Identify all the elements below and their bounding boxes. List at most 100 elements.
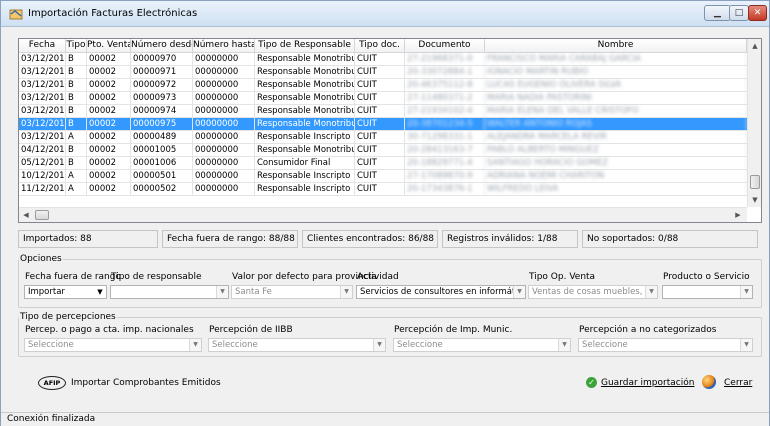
- table-row[interactable]: 10/12/2018 A 00002 00000501 00000000 Responsa…: [19, 170, 747, 183]
- cell-col-pto-venta: 00002: [87, 170, 131, 182]
- uncategorized-perception-select[interactable]: Seleccione ▼: [578, 338, 753, 352]
- table-row[interactable]: 11/12/2018 A 00002 00000502 00000000 Responsa…: [19, 183, 747, 196]
- cell-col-nombre: ALEJANDRA MARCELA REVIR: [485, 131, 747, 143]
- product-service-select[interactable]: ▼: [662, 285, 753, 299]
- cell-col-nombre: WILFREDO LEIVA: [485, 183, 747, 195]
- maximize-button[interactable]: □: [729, 5, 749, 21]
- close-window-button[interactable]: ✕: [748, 5, 767, 21]
- cell-col-numero-hasta: 00000000: [193, 66, 255, 78]
- chevron-down-icon[interactable]: ▼: [94, 286, 106, 298]
- afip-logo-icon[interactable]: AFIP: [38, 376, 66, 390]
- horizontal-scroll-thumb[interactable]: [35, 210, 49, 220]
- table-row[interactable]: 03/12/2018 B 00002 00000974 00000000 Responsa…: [19, 105, 747, 118]
- header-col-tipo-responsable[interactable]: Tipo de Responsable: [255, 39, 355, 52]
- cell-col-pto-venta: 00002: [87, 118, 131, 130]
- options-legend: Opciones: [20, 254, 62, 264]
- table-row[interactable]: 05/12/2018 B 00002 00001006 00000000 Consumid…: [19, 157, 747, 170]
- header-col-tipo[interactable]: Tipo: [66, 39, 87, 52]
- invoices-grid[interactable]: Fecha Tipo Pto. Venta Número desde Número ha…: [18, 38, 762, 223]
- globe-exit-icon[interactable]: [702, 375, 716, 389]
- uncategorized-perception-value: Seleccione: [582, 340, 628, 350]
- cell-col-fecha: 10/12/2018: [21, 170, 66, 182]
- out-of-range-select[interactable]: Importar ▼: [24, 285, 107, 299]
- cell-col-tipo-responsable: Responsable Monotributo: [257, 144, 355, 156]
- table-row[interactable]: 04/12/2018 B 00002 00001005 00000000 Responsa…: [19, 144, 747, 157]
- cell-col-tipo-responsable: Responsable Monotributo: [257, 118, 355, 130]
- grid-body: 03/12/2018 B 00002 00000970 00000000 Responsa…: [19, 53, 747, 196]
- cell-col-tipo-responsable: Responsable Inscripto: [255, 170, 355, 182]
- national-perception-label: Percep. o pago a cta. imp. nacionales: [25, 325, 194, 335]
- vertical-scroll-thumb[interactable]: [750, 175, 760, 189]
- table-row[interactable]: 03/12/2018 A 00002 00000489 00000000 Responsa…: [19, 131, 747, 144]
- cell-col-tipo-responsable: Responsable Monotributo: [257, 79, 355, 91]
- municipal-perception-select[interactable]: Seleccione ▼: [393, 338, 571, 352]
- cell-col-numero-hasta: 00000000: [193, 131, 255, 143]
- chevron-down-icon[interactable]: ▼: [558, 339, 570, 351]
- header-col-tipo-doc[interactable]: Tipo doc.: [355, 39, 405, 52]
- province-select[interactable]: Santa Fe ▼: [231, 285, 353, 299]
- scroll-down-icon[interactable]: ▼: [748, 193, 761, 207]
- scroll-left-icon[interactable]: ◀: [19, 208, 33, 222]
- cell-col-pto-venta: 00002: [87, 66, 131, 78]
- municipal-perception-label: Percepción de Imp. Munic.: [394, 325, 513, 335]
- chevron-down-icon[interactable]: ▼: [373, 339, 385, 351]
- cell-col-numero-desde: 00000973: [131, 92, 193, 104]
- header-col-documento[interactable]: Documento: [405, 39, 485, 52]
- minimize-icon: ▁: [714, 8, 721, 18]
- activity-select[interactable]: Servicios de consultores en informática …: [356, 285, 526, 299]
- table-row[interactable]: 03/12/2018 B 00002 00000973 00000000 Responsa…: [19, 92, 747, 105]
- chevron-down-icon[interactable]: ▼: [513, 286, 525, 298]
- cell-col-tipo: A: [66, 131, 87, 143]
- activity-label: Actividad: [357, 272, 399, 282]
- cell-col-pto-venta: 00002: [87, 157, 131, 169]
- cell-col-fecha: 11/12/2018: [21, 183, 66, 195]
- cell-col-documento: 20-28413163-7: [405, 144, 485, 156]
- chevron-down-icon[interactable]: ▼: [189, 339, 201, 351]
- header-col-pto-venta[interactable]: Pto. Venta: [87, 39, 131, 52]
- cell-col-numero-hasta: 00000000: [193, 105, 255, 117]
- chevron-down-icon[interactable]: ▼: [216, 286, 228, 298]
- header-col-nombre[interactable]: Nombre: [485, 39, 747, 52]
- national-perception-value: Seleccione: [28, 340, 74, 350]
- cell-col-numero-hasta: 00000000: [193, 92, 255, 104]
- iibb-perception-select[interactable]: Seleccione ▼: [208, 338, 386, 352]
- header-col-numero-hasta[interactable]: Número hasta: [193, 39, 255, 52]
- scroll-right-icon[interactable]: ▶: [731, 208, 745, 222]
- cell-col-tipo-responsable: Consumidor Final: [255, 157, 355, 169]
- chevron-down-icon[interactable]: ▼: [740, 286, 752, 298]
- iibb-perception-value: Seleccione: [212, 340, 258, 350]
- cell-col-tipo-responsable: Responsable Monotributo: [257, 105, 355, 117]
- save-import-button[interactable]: Guardar importación: [601, 378, 694, 388]
- close-button[interactable]: Cerrar: [724, 378, 752, 388]
- table-row[interactable]: 03/12/2018 B 00002 00000970 00000000 Responsa…: [19, 53, 747, 66]
- vertical-scrollbar[interactable]: ▲ ▼: [747, 39, 761, 207]
- header-col-fecha[interactable]: Fecha: [19, 39, 66, 52]
- chevron-down-icon[interactable]: ▼: [740, 339, 752, 351]
- responsible-type-select[interactable]: ▼: [110, 285, 229, 299]
- cell-col-fecha: 03/12/2018: [21, 105, 66, 117]
- horizontal-scrollbar[interactable]: ◀ ▶: [19, 207, 747, 222]
- national-perception-select[interactable]: Seleccione ▼: [24, 338, 202, 352]
- table-row[interactable]: 03/12/2018 B 00002 00000972 00000000 Responsa…: [19, 79, 747, 92]
- cell-col-numero-desde: 00000970: [131, 53, 193, 65]
- minimize-button[interactable]: ▁: [704, 5, 731, 21]
- scroll-up-icon[interactable]: ▲: [748, 39, 761, 53]
- cell-col-tipo: B: [66, 105, 87, 117]
- check-circle-icon[interactable]: ✓: [586, 377, 597, 388]
- table-row[interactable]: 03/12/2018 B 00002 00000975 00000000 Responsa…: [19, 118, 747, 131]
- cell-col-numero-desde: 00000975: [131, 118, 193, 130]
- header-col-numero-desde[interactable]: Número desde: [131, 39, 193, 52]
- chevron-down-icon[interactable]: ▼: [645, 286, 657, 298]
- title-bar: Importación Facturas Electrónicas ▁ □ ✕: [1, 1, 769, 27]
- cell-col-nombre: MARIA ELENA DEL VALLE CRISTOFO: [485, 105, 747, 117]
- chevron-down-icon[interactable]: ▼: [340, 286, 352, 298]
- cell-col-documento: 20-18829771-4: [405, 157, 485, 169]
- cell-col-pto-venta: 00002: [87, 92, 131, 104]
- cell-col-fecha: 03/12/2018: [21, 131, 66, 143]
- sale-op-type-select[interactable]: Ventas de cosas muebles, obra ▼: [528, 285, 658, 299]
- table-row[interactable]: 03/12/2018 B 00002 00000971 00000000 Responsa…: [19, 66, 747, 79]
- import-issued-button[interactable]: Importar Comprobantes Emitidos: [71, 378, 221, 388]
- cell-col-tipo-doc: CUIT: [355, 105, 405, 117]
- grid-header: Fecha Tipo Pto. Venta Número desde Número ha…: [19, 39, 747, 53]
- cell-col-documento: 20-17343876-1: [405, 183, 485, 195]
